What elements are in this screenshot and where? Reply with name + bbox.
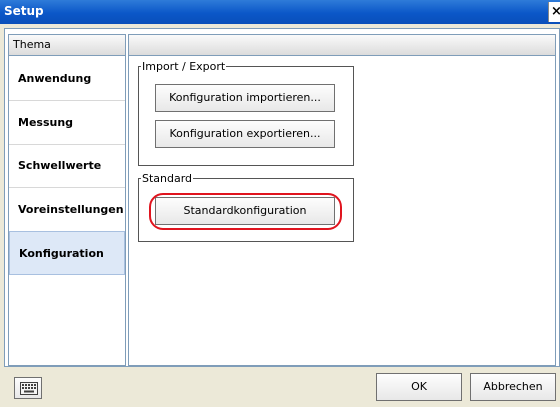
sidebar-item-label: Messung [18,116,74,129]
sidebar-header: Thema [9,35,125,56]
import-config-button[interactable]: Konfiguration importieren... [155,84,335,112]
sidebar-item-label: Schwellwerte [18,159,102,172]
sidebar-item-konfiguration[interactable]: Konfiguration [9,231,125,275]
import-export-group: Import / Export [138,60,354,166]
sidebar-item-schwellwerte[interactable]: Schwellwerte [9,144,125,188]
keyboard-button[interactable] [14,377,42,399]
highlight-ring [149,193,342,230]
sidebar-item-messung[interactable]: Messung [9,101,125,145]
keyboard-icon [20,382,38,395]
ok-button[interactable]: OK [376,373,462,401]
sidebar-item-label: Konfiguration [19,247,104,260]
sidebar-item-anwendung[interactable]: Anwendung [9,57,125,101]
close-icon[interactable]: × [548,2,560,22]
window-title: Setup [4,4,44,18]
cancel-button[interactable]: Abbrechen [470,373,556,401]
sidebar-item-label: Anwendung [18,72,92,85]
standard-legend: Standard [142,172,193,185]
export-config-button[interactable]: Konfiguration exportieren... [155,120,335,148]
sidebar: Thema Anwendung Messung Schwellwerte Vor… [8,34,126,366]
content-header [129,35,555,56]
sidebar-item-label: Voreinstellungen [18,203,124,216]
import-export-legend: Import / Export [142,60,226,73]
title-bar: Setup × [0,0,560,24]
sidebar-item-voreinstellungen[interactable]: Voreinstellungen [9,188,125,232]
